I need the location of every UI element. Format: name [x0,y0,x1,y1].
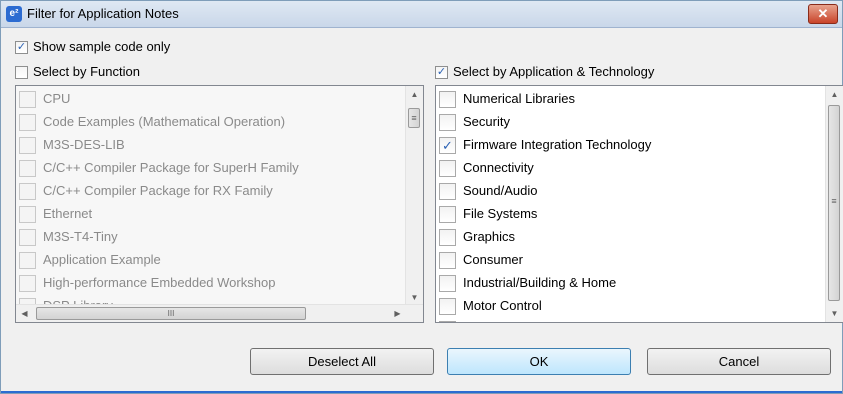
item-checkbox[interactable] [439,91,456,108]
ok-button[interactable]: OK [447,348,631,375]
item-checkbox[interactable] [439,275,456,292]
app-tech-list-vscrollbar[interactable]: ▲ ≡ ▼ [825,86,843,322]
scroll-thumb-horizontal[interactable]: III [36,307,306,320]
function-list-item[interactable]: M3S-DES-LIB [16,134,423,157]
function-list-item[interactable]: C/C++ Compiler Package for RX Family [16,180,423,203]
select-by-function-label[interactable]: Select by Function [33,64,140,79]
item-checkbox[interactable] [19,183,36,200]
item-checkbox[interactable] [19,252,36,269]
app-tech-list-item[interactable]: File Systems [436,203,843,226]
item-label: C/C++ Compiler Package for RX Family [43,183,273,198]
app-tech-list-item[interactable]: Graphics [436,226,843,249]
title-bar: e² Filter for Application Notes ✕ [1,1,842,28]
item-label: Numerical Libraries [463,91,575,106]
item-checkbox[interactable] [439,206,456,223]
item-checkbox[interactable] [439,252,456,269]
item-checkbox[interactable] [19,275,36,292]
item-label: PC, PC Peripheral [463,321,569,322]
item-checkbox[interactable] [439,183,456,200]
deselect-all-button[interactable]: Deselect All [250,348,434,375]
function-list-item[interactable]: Ethernet [16,203,423,226]
item-checkbox[interactable] [439,321,456,322]
close-button[interactable]: ✕ [808,4,838,24]
function-list-item[interactable]: High-performance Embedded Workshop [16,272,423,295]
select-by-app-tech-checkbox[interactable]: ✓ [435,66,448,79]
window-bottom-border [1,391,842,393]
item-checkbox[interactable] [439,114,456,131]
scroll-left-icon[interactable]: ◀ [16,305,33,322]
function-list-hscrollbar[interactable]: ◀ III ▶ [16,304,423,322]
item-label: Firmware Integration Technology [463,137,652,152]
check-icon: ✓ [436,66,447,78]
item-checkbox[interactable] [439,298,456,315]
item-label: Sound/Audio [463,183,538,198]
app-tech-list-item[interactable]: Connectivity [436,157,843,180]
item-label: Security [463,114,510,129]
function-list-item[interactable]: Application Example [16,249,423,272]
check-icon: ✓ [442,138,453,153]
item-label: Consumer [463,252,523,267]
cancel-button[interactable]: Cancel [647,348,831,375]
scroll-thumb[interactable]: ≡ [408,108,420,128]
app-tech-list-item[interactable]: Sound/Audio [436,180,843,203]
item-label: High-performance Embedded Workshop [43,275,276,290]
function-list-item[interactable]: Code Examples (Mathematical Operation) [16,111,423,134]
filter-dialog: e² Filter for Application Notes ✕ ✓ Show… [0,0,843,394]
function-list-item[interactable]: CPU [16,88,423,111]
function-list-vscrollbar[interactable]: ▲ ≡ ▼ [405,86,423,306]
scroll-down-icon[interactable]: ▼ [826,305,843,322]
item-checkbox[interactable] [19,114,36,131]
item-checkbox[interactable] [19,160,36,177]
item-label: M3S-DES-LIB [43,137,125,152]
item-checkbox[interactable] [439,229,456,246]
item-checkbox[interactable] [19,206,36,223]
item-checkbox[interactable] [439,160,456,177]
item-label: M3S-T4-Tiny [43,229,118,244]
item-label: Connectivity [463,160,534,175]
item-checkbox[interactable] [19,137,36,154]
app-tech-list-item[interactable]: Industrial/Building & Home [436,272,843,295]
window-title: Filter for Application Notes [27,6,179,21]
show-sample-code-label[interactable]: Show sample code only [33,39,170,54]
item-label: Industrial/Building & Home [463,275,617,290]
item-label: Code Examples (Mathematical Operation) [43,114,286,129]
show-sample-code-checkbox[interactable]: ✓ [15,41,28,54]
app-tech-list-item[interactable]: Numerical Libraries [436,88,843,111]
scroll-thumb[interactable]: ≡ [828,105,840,301]
item-label: Ethernet [43,206,93,221]
app-tech-list-item[interactable]: Consumer [436,249,843,272]
item-label: Application Example [43,252,161,267]
check-icon: ✓ [16,41,27,53]
item-label: File Systems [463,206,538,221]
app-tech-list-item[interactable]: Motor Control [436,295,843,318]
app-tech-list-item[interactable]: ✓ Firmware Integration Technology [436,134,843,157]
item-label: CPU [43,91,71,106]
item-checkbox[interactable] [19,91,36,108]
app-tech-list-item[interactable]: PC, PC Peripheral [436,318,843,322]
select-by-function-checkbox[interactable] [15,66,28,79]
scroll-up-icon[interactable]: ▲ [826,86,843,103]
scroll-up-icon[interactable]: ▲ [406,86,423,103]
item-checkbox[interactable]: ✓ [439,137,456,154]
function-list-item[interactable]: M3S-T4-Tiny [16,226,423,249]
scroll-right-icon[interactable]: ▶ [389,305,406,322]
item-label: C/C++ Compiler Package for SuperH Family [43,160,299,175]
item-checkbox[interactable] [19,229,36,246]
app-tech-list-item[interactable]: Security [436,111,843,134]
item-label: Graphics [463,229,516,244]
function-list[interactable]: CPU Code Examples (Mathematical Operation… [15,85,424,323]
item-label: Motor Control [463,298,542,313]
select-by-app-tech-label[interactable]: Select by Application & Technology [453,64,654,79]
app-tech-list[interactable]: Numerical Libraries Security ✓ Firmware Int… [435,85,843,323]
function-list-item[interactable]: C/C++ Compiler Package for SuperH Family [16,157,423,180]
app-icon: e² [6,6,22,22]
